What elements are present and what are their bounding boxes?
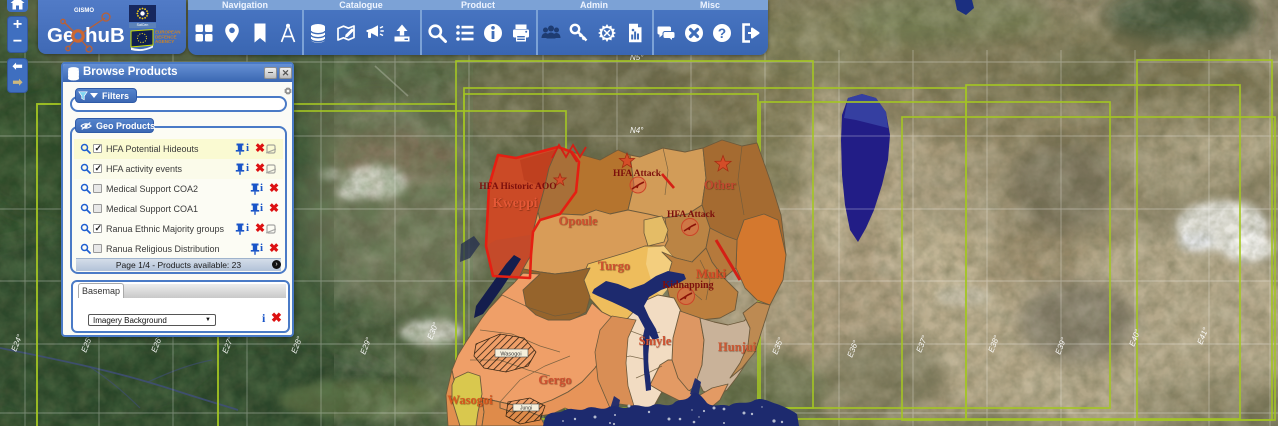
svg-text:Kidnapping: Kidnapping [662,280,713,291]
svg-text:huB: huB [85,24,125,47]
svg-text:Kweppi: Kweppi [492,195,537,210]
svg-text:Opoule: Opoule [559,214,598,228]
svg-text:Turgo: Turgo [598,259,630,273]
svg-text:Hunjui: Hunjui [718,340,757,354]
svg-text:HFA Attack: HFA Attack [667,210,716,220]
svg-text:Other: Other [704,178,736,192]
svg-text:Wasogoi: Wasogoi [447,393,493,407]
svg-text:Wasogoi: Wasogoi [500,352,521,358]
svg-text:Ge: Ge [47,24,74,47]
svg-text:Gergo: Gergo [538,373,571,387]
svg-text:N4°: N4° [630,126,644,135]
svg-text:HFA Historic AOO: HFA Historic AOO [479,182,556,192]
svg-text:Smyle: Smyle [639,334,672,348]
svg-text:Jungi: Jungi [520,406,532,412]
svg-text:HFA Attack: HFA Attack [613,169,662,179]
svg-text:?: ? [718,26,726,41]
svg-text:Muki: Muki [696,266,727,281]
